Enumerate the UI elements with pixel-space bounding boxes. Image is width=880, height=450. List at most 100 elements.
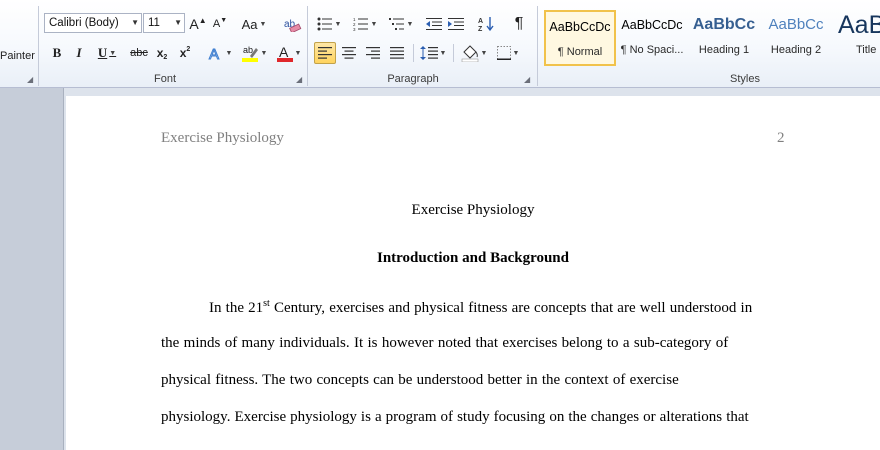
strikethrough-button[interactable]: abc xyxy=(128,42,150,64)
line-spacing-button[interactable]: ▼ xyxy=(418,42,448,64)
shading-button[interactable]: ▼ xyxy=(458,42,490,64)
paragraph-line: In the 21st Century, exercises and physi… xyxy=(209,298,752,317)
change-case-glyph: Aa xyxy=(241,16,258,32)
paint-bucket-icon xyxy=(461,45,478,62)
bold-button[interactable]: B xyxy=(48,42,66,64)
clipboard-dialog-launcher-icon[interactable]: ◢ xyxy=(27,76,35,84)
grow-font-glyph: A xyxy=(189,16,199,32)
chevron-down-icon: ▼ xyxy=(260,49,268,57)
align-center-button[interactable] xyxy=(338,42,360,64)
paragraph-group-label: Paragraph xyxy=(387,73,439,85)
style-sample: AaBbCc xyxy=(768,16,824,33)
shrink-font-button[interactable]: A ▼ xyxy=(210,13,230,35)
superscript-marker: 2 xyxy=(186,45,191,53)
underline-glyph: U xyxy=(97,45,108,60)
subscript-marker: 2 xyxy=(163,53,168,61)
style-heading-1[interactable]: AaBbCc Heading 1 xyxy=(688,10,760,66)
ordinal-suffix: st xyxy=(263,298,270,309)
align-right-icon xyxy=(366,47,380,59)
font-dialog-launcher-icon[interactable]: ◢ xyxy=(296,76,304,84)
style-sample: AaBbCcDc xyxy=(549,20,611,34)
italic-button[interactable]: I xyxy=(70,42,88,64)
align-right-button[interactable] xyxy=(362,42,384,64)
underline-button[interactable]: U ▼ xyxy=(92,42,122,64)
align-center-icon xyxy=(342,47,356,59)
sort-icon: A Z xyxy=(478,17,494,32)
style-normal[interactable]: AaBbCcDc ¶ Normal xyxy=(544,10,616,66)
grow-font-button[interactable]: A ▲ xyxy=(188,13,208,35)
subscript-glyph: x xyxy=(156,46,164,60)
chevron-down-icon[interactable]: ▼ xyxy=(174,14,182,32)
caret-down-icon: ▼ xyxy=(220,16,228,24)
format-painter-label: Painter xyxy=(0,50,35,62)
font-size-value: 11 xyxy=(148,17,160,29)
svg-text:A: A xyxy=(279,44,289,60)
borders-button[interactable]: ▼ xyxy=(492,42,524,64)
navigation-gutter xyxy=(0,88,64,450)
style-sample: AaB xyxy=(838,11,880,39)
increase-indent-button[interactable] xyxy=(446,13,466,35)
italic-glyph: I xyxy=(76,45,82,60)
bullets-button[interactable]: ▼ xyxy=(314,13,344,35)
style-no-spacing[interactable]: AaBbCcDc ¶ No Spaci... xyxy=(616,10,688,66)
borders-icon xyxy=(496,46,511,60)
style-name: Title xyxy=(856,44,877,56)
font-color-icon: A xyxy=(276,44,293,62)
paragraph-line: the minds of many individuals. It is how… xyxy=(161,335,729,351)
button-separator xyxy=(453,44,454,62)
strikethrough-glyph: abc xyxy=(130,47,148,59)
numbering-button[interactable]: 1 2 3 ▼ xyxy=(350,13,380,35)
chevron-down-icon: ▼ xyxy=(512,49,520,57)
style-sample: AaBbCc xyxy=(692,16,756,33)
chevron-down-icon: ▼ xyxy=(370,20,378,28)
line-text-start: In the 21 xyxy=(209,300,264,316)
svg-text:Z: Z xyxy=(478,26,483,32)
chevron-down-icon: ▼ xyxy=(294,49,302,57)
button-separator xyxy=(413,44,414,62)
section-heading: Introduction and Background xyxy=(376,250,569,266)
increase-indent-icon xyxy=(448,18,464,30)
decrease-indent-icon xyxy=(426,18,442,30)
text-effects-button[interactable]: A ▼ xyxy=(205,42,235,64)
paragraph-line: physiology. Exercise physiology is a pro… xyxy=(161,409,749,425)
chevron-down-icon: ▼ xyxy=(334,20,342,28)
group-separator xyxy=(38,6,39,86)
ribbon: Painter ◢ Calibri (Body) ▼ 11 ▼ A ▲ A ▼ Aa… xyxy=(0,0,880,88)
style-name: Heading 1 xyxy=(698,44,750,56)
font-color-button[interactable]: A ▼ xyxy=(274,42,304,64)
sort-button[interactable]: A Z xyxy=(476,13,498,35)
bold-glyph: B xyxy=(52,45,62,60)
superscript-glyph: x xyxy=(179,46,187,60)
change-case-button[interactable]: Aa ▼ xyxy=(240,13,268,35)
justify-button[interactable] xyxy=(386,42,408,64)
clear-formatting-icon: ab xyxy=(284,19,302,32)
justify-icon xyxy=(390,47,404,59)
superscript-button[interactable]: x2 xyxy=(175,42,195,64)
show-formatting-marks-button[interactable]: ¶ xyxy=(508,13,530,35)
style-heading-2[interactable]: AaBbCc Heading 2 xyxy=(760,10,832,66)
style-name: Heading 2 xyxy=(770,44,822,56)
multilevel-list-button[interactable]: ▼ xyxy=(386,13,416,35)
document-page[interactable]: Exercise Physiology 2 Exercise Physiolog… xyxy=(66,96,880,450)
highlight-color-button[interactable]: ab ▼ xyxy=(238,42,270,64)
align-left-button[interactable] xyxy=(314,42,336,64)
chevron-down-icon[interactable]: ▼ xyxy=(131,14,139,32)
font-name-combo[interactable]: Calibri (Body) ▼ xyxy=(44,13,142,33)
style-name: ¶ Normal xyxy=(557,46,603,58)
caret-up-icon: ▲ xyxy=(198,15,207,25)
styles-group-label: Styles xyxy=(730,73,760,85)
font-size-combo[interactable]: 11 ▼ xyxy=(143,13,185,33)
document-title: Exercise Physiology xyxy=(411,202,535,218)
style-title[interactable]: AaB Title xyxy=(832,10,880,66)
decrease-indent-button[interactable] xyxy=(424,13,444,35)
highlighter-icon: ab xyxy=(241,45,258,62)
subscript-button[interactable]: x2 xyxy=(152,42,172,64)
clear-formatting-button[interactable]: ab xyxy=(282,13,304,35)
pilcrow-icon: ¶ xyxy=(514,15,524,32)
group-separator xyxy=(307,6,308,86)
bullets-icon xyxy=(317,17,332,31)
format-painter-button[interactable]: Painter xyxy=(0,50,36,70)
shrink-font-glyph: A xyxy=(212,18,221,30)
chevron-down-icon: ▼ xyxy=(109,49,117,57)
paragraph-dialog-launcher-icon[interactable]: ◢ xyxy=(524,76,532,84)
